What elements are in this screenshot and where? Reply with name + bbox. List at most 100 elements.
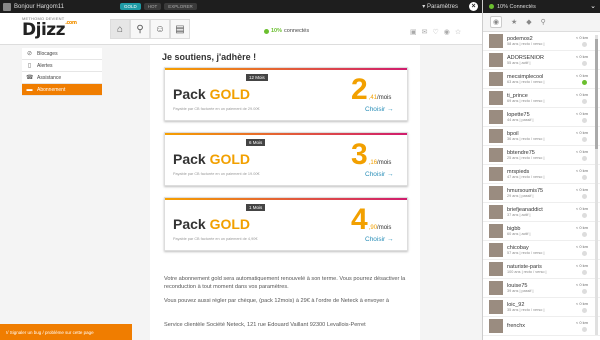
member-distance: < 0 km: [575, 111, 588, 116]
member-photo[interactable]: [489, 72, 503, 86]
member-distance: < 0 km: [575, 149, 588, 154]
member-photo[interactable]: [489, 300, 503, 314]
arrow-right-icon: →: [387, 171, 394, 178]
pack-price: 2,41/mois: [351, 75, 391, 105]
member-photo[interactable]: [489, 262, 503, 276]
member-row[interactable]: lopette75 44 ans | passif | < 0 km: [483, 108, 600, 127]
member-list: podemos2 58 ans | recto / verso | < 0 km AD…: [483, 32, 600, 336]
member-row[interactable]: naturiste-paris 100 ans | recto / verso |…: [483, 260, 600, 279]
member-row[interactable]: ADORSENIOR 55 ans | actif | < 0 km: [483, 51, 600, 70]
hot-pill[interactable]: HOT: [143, 3, 162, 10]
members-icon[interactable]: ☺: [150, 19, 170, 39]
pack-price: 3,16/mois: [351, 140, 391, 170]
member-photo[interactable]: [489, 186, 503, 200]
sidemenu-item-blocages[interactable]: ⊘ Blocages: [22, 48, 102, 60]
pack-accent-bar: [165, 133, 407, 135]
gold-pill[interactable]: GOLD: [120, 3, 141, 10]
sidemenu-item-assistance[interactable]: ☎ Assistance: [22, 72, 102, 84]
member-row[interactable]: podemos2 58 ans | recto / verso | < 0 km: [483, 32, 600, 51]
member-row[interactable]: hmursoumis75 29 ans | passif | < 0 km: [483, 184, 600, 203]
profile-card-icon[interactable]: ▤: [170, 19, 190, 39]
sidemenu-item-alertes[interactable]: ▯ Alertes: [22, 60, 102, 72]
explorer-pill[interactable]: EXPLORER: [164, 3, 197, 10]
pack-payment: Payable par CB facturée en un paiement d…: [173, 172, 260, 176]
choose-button[interactable]: Choisir →: [365, 106, 394, 113]
member-photo[interactable]: [489, 319, 503, 333]
renewal-text: Votre abonnement gold sera automatiqueme…: [164, 276, 406, 290]
status-icon: [582, 175, 587, 180]
close-icon[interactable]: ×: [469, 2, 478, 11]
member-photo[interactable]: [489, 53, 503, 67]
member-row[interactable]: mecsimplecool 63 ans | recto / verso | < 0…: [483, 70, 600, 89]
member-details: 44 ans | passif |: [507, 118, 534, 122]
member-details: 100 ans | recto / verso |: [507, 270, 547, 274]
member-photo[interactable]: [489, 34, 503, 48]
greeting-text: Bonjour Hargom11: [14, 3, 64, 10]
member-photo[interactable]: [489, 224, 503, 238]
member-distance: < 0 km: [575, 35, 588, 40]
member-distance: < 0 km: [575, 225, 588, 230]
member-row[interactable]: bpoil 36 ans | recto / verso | < 0 km: [483, 127, 600, 146]
star-icon[interactable]: ☆: [455, 28, 461, 36]
pack-card[interactable]: Pack GOLD 6 Mois Payable par CB facturée…: [164, 132, 408, 186]
member-photo[interactable]: [489, 281, 503, 295]
member-row[interactable]: bigbb 60 ans | actif | < 0 km: [483, 222, 600, 241]
choose-button[interactable]: Choisir →: [365, 171, 394, 178]
pack-card[interactable]: Pack GOLD 1 Mois Payable par CB facturée…: [164, 197, 408, 251]
report-bug-bar[interactable]: !/ Signaler un bug / problème sur cette …: [0, 324, 132, 340]
member-photo[interactable]: [489, 148, 503, 162]
member-details: 60 ans | actif |: [507, 232, 531, 236]
member-photo[interactable]: [489, 167, 503, 181]
panel-scrollbar[interactable]: [595, 35, 598, 335]
pack-price: 4,90/mois: [351, 205, 391, 235]
pack-card[interactable]: Pack GOLD 12 Mois Payable par CB facturé…: [164, 67, 408, 121]
member-row[interactable]: briefjeanaddict 37 ans | actif | < 0 km: [483, 203, 600, 222]
member-distance: < 0 km: [575, 320, 588, 325]
member-photo[interactable]: [489, 129, 503, 143]
home-icon[interactable]: ⌂: [110, 19, 130, 39]
scrollbar-thumb[interactable]: [595, 39, 598, 149]
sidemenu-label: Abonnement: [37, 86, 66, 93]
member-distance: < 0 km: [575, 92, 588, 97]
online-count: 10% connectés: [264, 28, 309, 34]
pack-duration: 12 Mois: [246, 74, 268, 81]
choose-button[interactable]: Choisir →: [365, 236, 394, 243]
panel-header: 10% Connectés ⌄: [483, 0, 600, 13]
tab-search-icon[interactable]: ⚲: [541, 18, 546, 26]
price-period: /mois: [377, 225, 392, 231]
member-row[interactable]: louise75 39 ans | passif | < 0 km: [483, 279, 600, 298]
camera-icon[interactable]: ▣: [410, 28, 417, 36]
tab-online-icon[interactable]: ◉: [490, 16, 502, 28]
member-photo[interactable]: [489, 243, 503, 257]
member-row[interactable]: loic_92 35 ans | recto / verso | < 0 km: [483, 298, 600, 317]
member-row[interactable]: mrspieds 47 ans | recto / verso | < 0 km: [483, 165, 600, 184]
heart-icon[interactable]: ♡: [433, 28, 439, 36]
pack-name-a: Pack: [173, 86, 210, 102]
tab-favorites-icon[interactable]: ★: [511, 18, 517, 26]
member-details: 47 ans | recto / verso |: [507, 175, 545, 179]
tab-tags-icon[interactable]: ◆: [526, 18, 531, 26]
user-greeting[interactable]: Bonjour Hargom11: [0, 2, 120, 11]
sidemenu-item-abonnement[interactable]: ▬ Abonnement: [22, 84, 102, 96]
user-avatar[interactable]: [3, 2, 11, 11]
eye-icon[interactable]: ◉: [444, 28, 450, 36]
member-info: ADORSENIOR 55 ans | actif |: [507, 55, 544, 65]
member-row[interactable]: chicobay 57 ans | recto / verso | < 0 km: [483, 241, 600, 260]
member-row[interactable]: frenchx < 0 km: [483, 317, 600, 336]
chevron-down-icon[interactable]: ⌄: [590, 2, 596, 10]
status-icon: [582, 137, 587, 142]
member-row[interactable]: ti_prince 69 ans | recto / verso | < 0 km: [483, 89, 600, 108]
status-icon: [582, 99, 587, 104]
member-photo[interactable]: [489, 110, 503, 124]
mail-icon[interactable]: ✉: [422, 28, 428, 36]
logo[interactable]: Djizz.com: [22, 20, 77, 40]
member-photo[interactable]: [489, 91, 503, 105]
online-label: connectés: [284, 28, 310, 34]
member-row[interactable]: bbtendre75 25 ans | recto / verso | < 0 km: [483, 146, 600, 165]
pack-payment: Payable par CB facturée en un paiement d…: [173, 107, 260, 111]
search-icon[interactable]: ⚲: [130, 19, 150, 39]
member-photo[interactable]: [489, 205, 503, 219]
member-distance: < 0 km: [575, 263, 588, 268]
settings-label: Paramètres: [426, 4, 458, 10]
online-dot-icon: [264, 28, 269, 34]
